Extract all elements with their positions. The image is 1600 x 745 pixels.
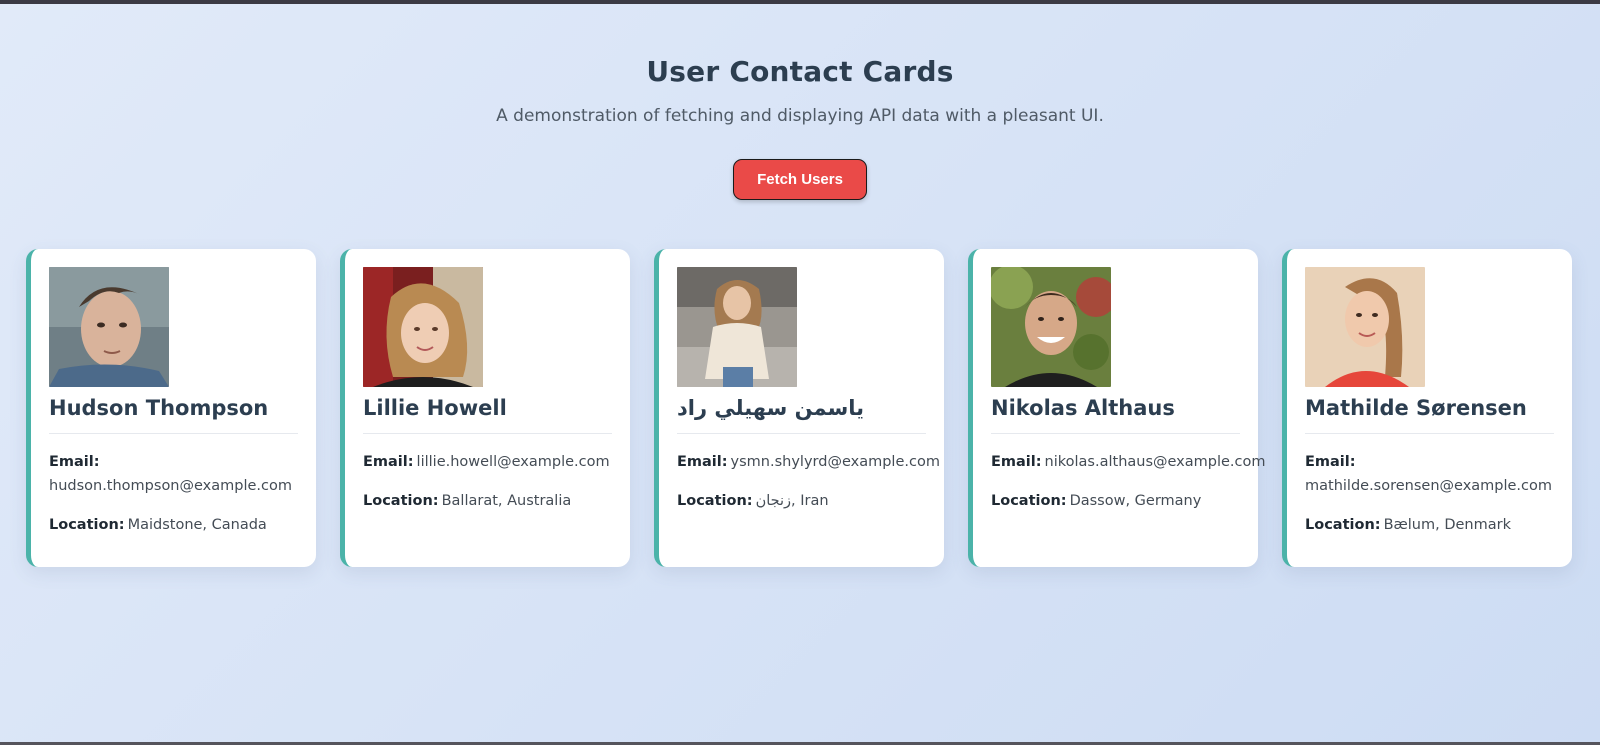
user-card: Nikolas Althaus Email: nikolas.althaus@ex…: [968, 249, 1266, 567]
email-label: Email:: [677, 454, 728, 470]
location-value: زنجان, Iran: [755, 493, 829, 509]
user-email: Email: hudson.thompson@example.com: [49, 450, 298, 498]
user-name: Nikolas Althaus: [991, 393, 1240, 434]
location-value: Bælum, Denmark: [1383, 517, 1511, 533]
location-label: Location:: [49, 517, 125, 533]
location-value: Maidstone, Canada: [127, 517, 267, 533]
user-card: Mathilde Sørensen Email: mathilde.sorense…: [1282, 249, 1572, 567]
user-name: Hudson Thompson: [49, 393, 298, 434]
location-label: Location:: [991, 493, 1067, 509]
user-avatar: [991, 267, 1111, 387]
user-name: یاسمن سهيلي راد: [677, 393, 926, 434]
user-name: Lillie Howell: [363, 393, 612, 434]
top-window-border: [0, 0, 1600, 4]
user-email: Email: ysmn.shylyrd@example.com: [677, 450, 940, 474]
user-location: Location: Maidstone, Canada: [49, 513, 298, 537]
page-header: User Contact Cards A demonstration of fe…: [0, 52, 1600, 128]
user-avatar: [1305, 267, 1425, 387]
email-value: ysmn.shylyrd@example.com: [730, 454, 940, 470]
email-value: nikolas.althaus@example.com: [1044, 454, 1266, 470]
user-email: Email: nikolas.althaus@example.com: [991, 450, 1266, 474]
location-label: Location:: [363, 493, 439, 509]
user-card: Hudson Thompson Email: hudson.thompson@ex…: [26, 249, 316, 567]
user-email: Email: lillie.howell@example.com: [363, 450, 612, 474]
user-cards-grid: Hudson Thompson Email: hudson.thompson@ex…: [26, 249, 1574, 567]
location-value: Dassow, Germany: [1069, 493, 1202, 509]
user-avatar: [677, 267, 797, 387]
user-avatar: [363, 267, 483, 387]
email-label: Email:: [363, 454, 414, 470]
location-value: Ballarat, Australia: [441, 493, 572, 509]
user-email: Email: mathilde.sorensen@example.com: [1305, 450, 1554, 498]
email-label: Email:: [1305, 454, 1356, 470]
email-value: mathilde.sorensen@example.com: [1305, 478, 1553, 494]
email-label: Email:: [991, 454, 1042, 470]
user-card: یاسمن سهيلي راد Email: ysmn.shylyrd@examp…: [654, 249, 944, 567]
user-location: Location: Bælum, Denmark: [1305, 513, 1554, 537]
user-location: Location: زنجان, Iran: [677, 489, 926, 513]
email-label: Email:: [49, 454, 100, 470]
location-label: Location:: [1305, 517, 1381, 533]
page-title: User Contact Cards: [646, 55, 954, 88]
user-name: Mathilde Sørensen: [1305, 393, 1554, 434]
location-label: Location:: [677, 493, 753, 509]
user-card: Lillie Howell Email: lillie.howell@exampl…: [340, 249, 630, 567]
user-location: Location: Ballarat, Australia: [363, 489, 612, 513]
user-avatar: [49, 267, 169, 387]
email-value: hudson.thompson@example.com: [49, 478, 292, 494]
email-value: lillie.howell@example.com: [416, 454, 610, 470]
page-subtitle: A demonstration of fetching and displayi…: [496, 106, 1104, 126]
user-location: Location: Dassow, Germany: [991, 489, 1240, 513]
fetch-users-button[interactable]: Fetch Users: [733, 159, 867, 200]
